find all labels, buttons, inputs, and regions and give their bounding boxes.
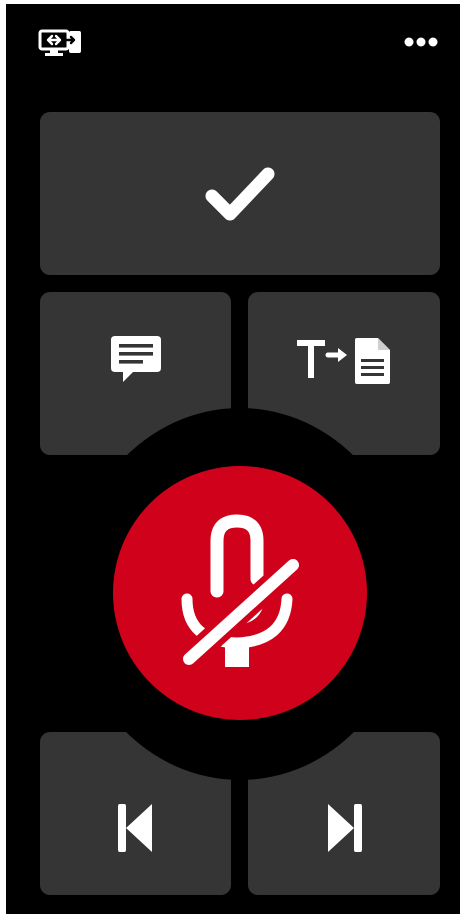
microphone-muted-icon xyxy=(177,514,305,671)
microphone-toggle-button[interactable] xyxy=(113,466,367,720)
skip-next-icon xyxy=(328,803,362,852)
text-to-document-icon xyxy=(297,337,390,384)
remote-control-panel xyxy=(6,4,460,914)
skip-previous-icon xyxy=(117,803,152,852)
comment-icon xyxy=(110,335,161,382)
more-options-icon[interactable] xyxy=(402,30,442,54)
confirm-button[interactable] xyxy=(40,112,440,275)
screen-share-icon[interactable] xyxy=(38,28,84,58)
checkmark-icon xyxy=(205,167,275,220)
